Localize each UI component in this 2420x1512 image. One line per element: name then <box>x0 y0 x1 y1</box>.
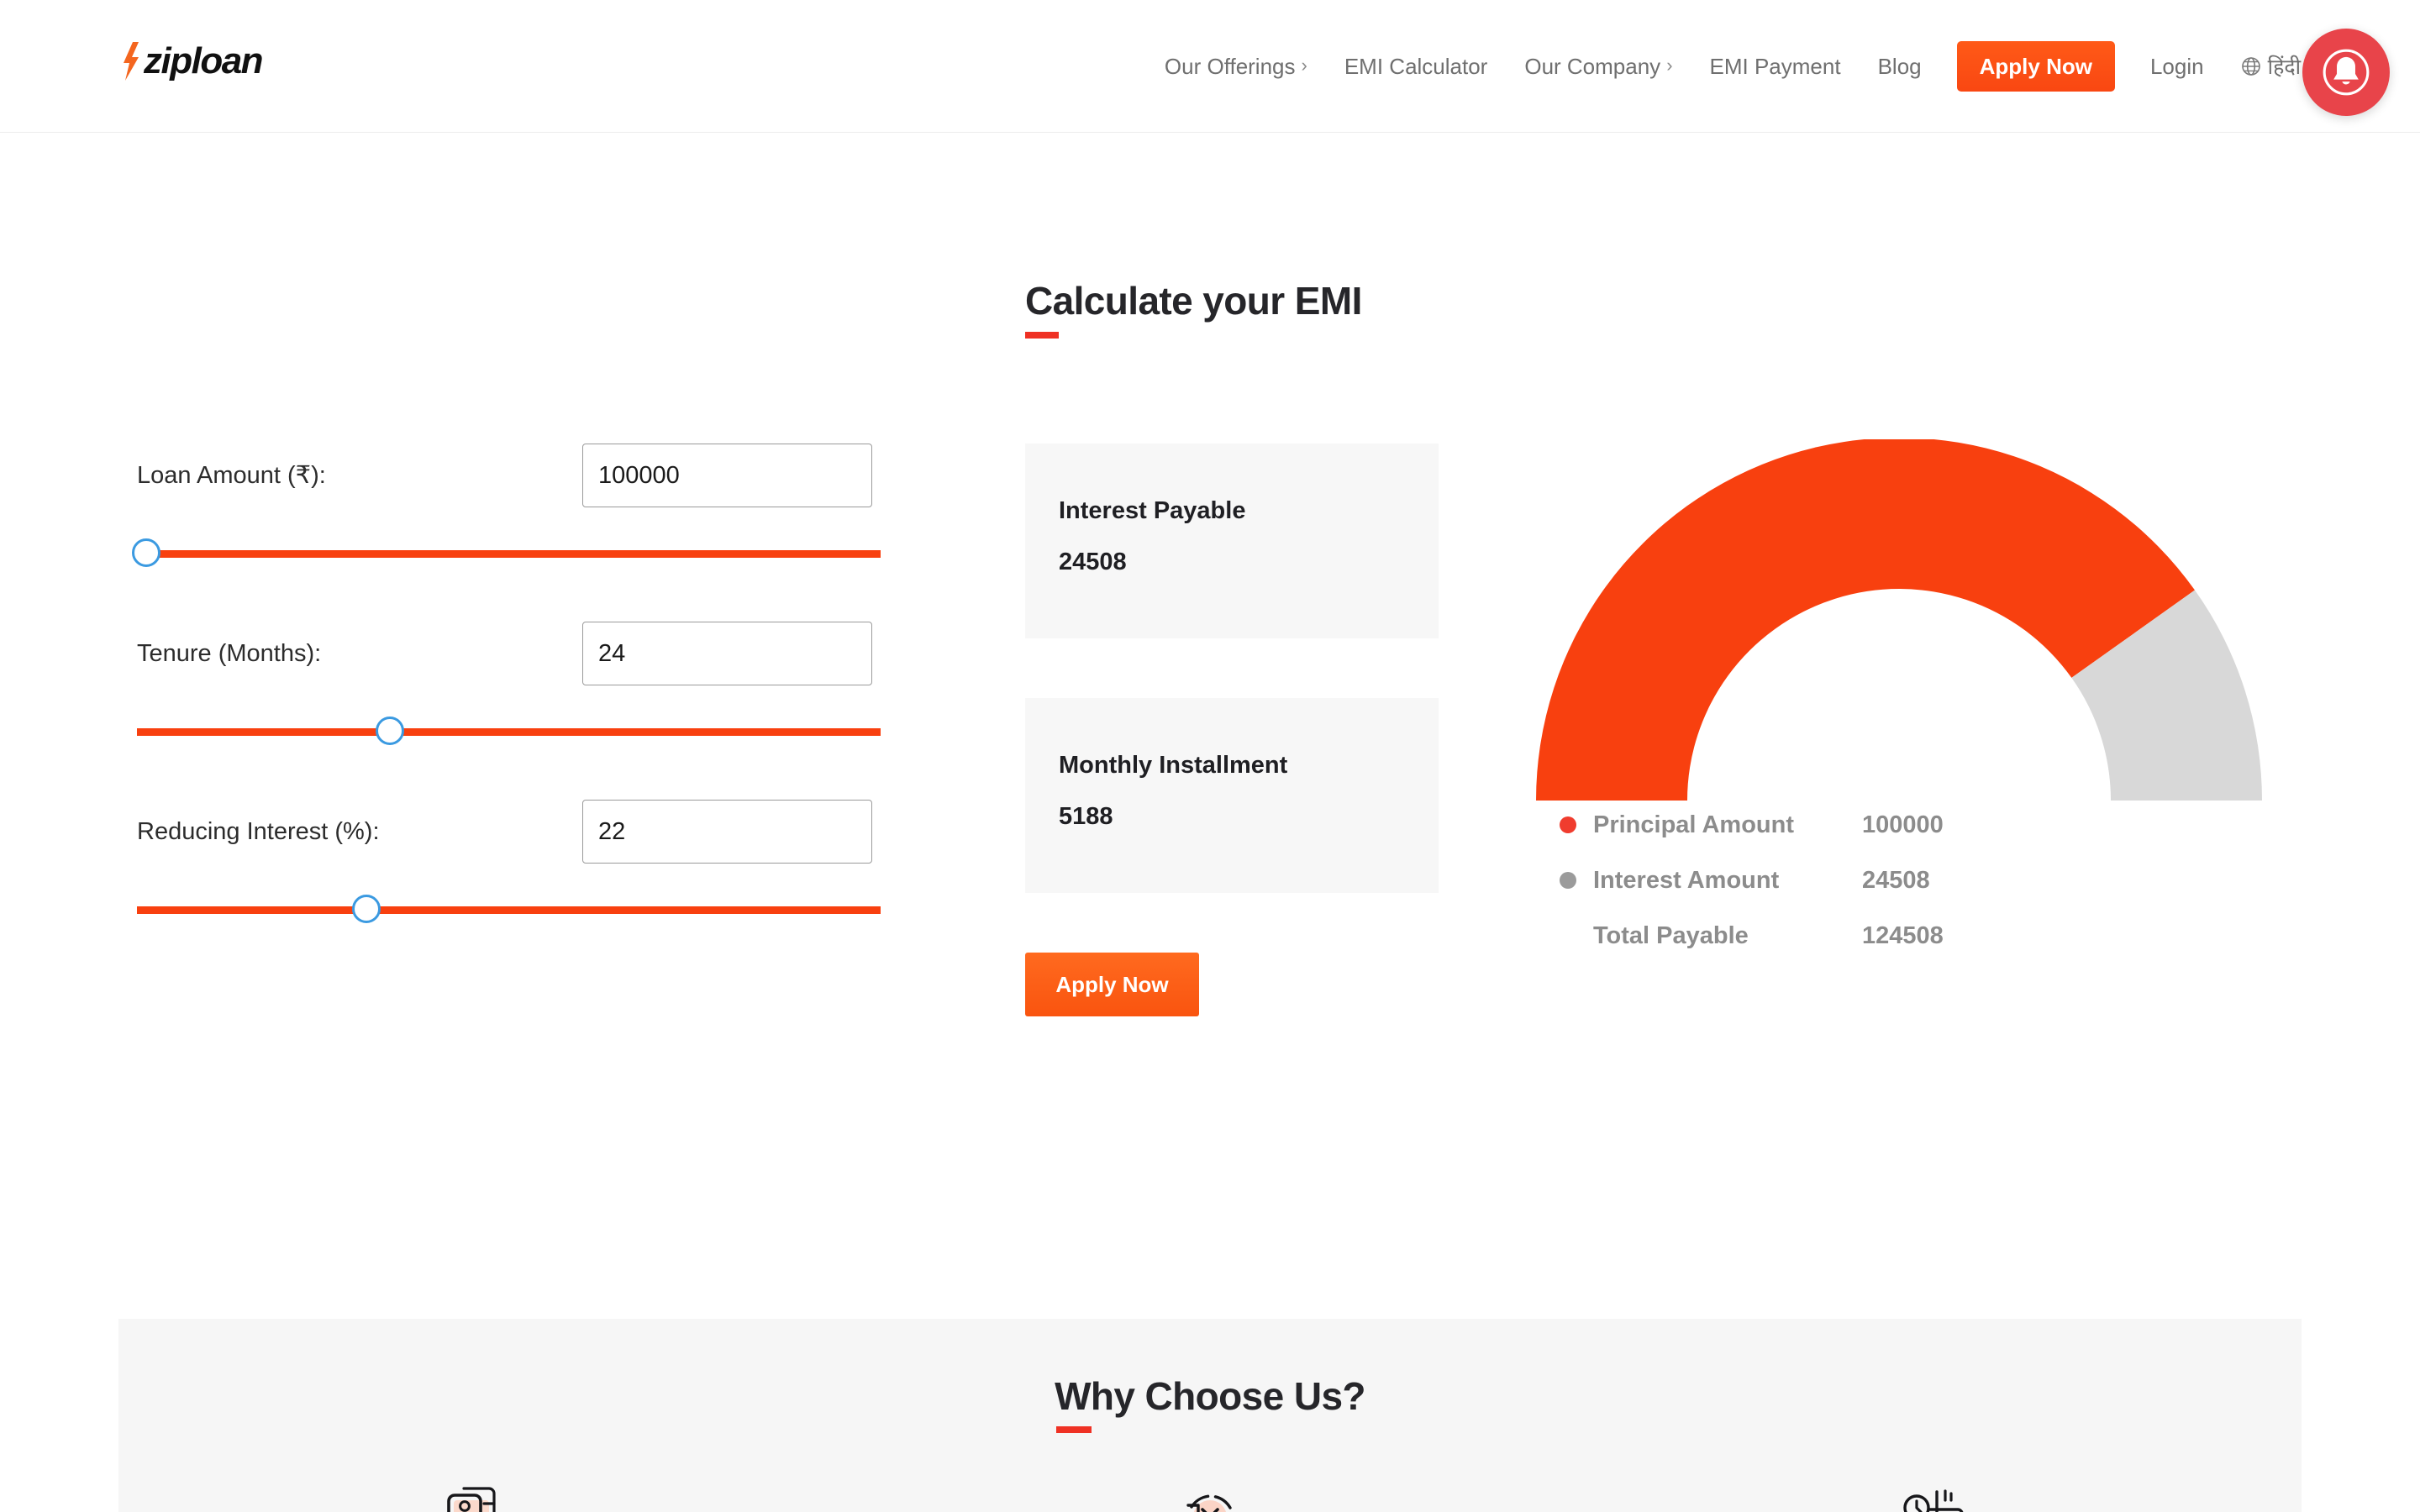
slider-thumb[interactable] <box>375 717 404 745</box>
slider-track <box>137 550 881 558</box>
gauge-legend: Principal Amount 100000 Interest Amount … <box>1560 797 2030 963</box>
tenure-slider[interactable] <box>137 712 881 749</box>
header-apply-now-button[interactable]: Apply Now <box>1956 41 2115 92</box>
control-loan-amount: Loan Amount (₹): <box>131 444 881 571</box>
title-underline <box>1056 1425 1092 1433</box>
reducing-interest-label: Reducing Interest (%): <box>137 817 380 845</box>
calculator-panel: Calculate your EMI Interest Payable 2450… <box>1025 280 2302 1016</box>
calculator-controls: Loan Amount (₹): Tenure (Months): Reduci <box>131 444 881 927</box>
gauge-segment-principal <box>1536 439 2195 801</box>
legend-value: 24508 <box>1862 866 1930 894</box>
title-underline <box>1025 331 1059 339</box>
reducing-interest-input[interactable] <box>582 800 872 864</box>
result-card-title: Monthly Installment <box>1059 752 1288 779</box>
calculator-heading-wrap: Calculate your EMI <box>1025 280 2302 339</box>
result-cards: Interest Payable 24508 Monthly Installme… <box>1025 444 1439 1016</box>
legend-label: Interest Amount <box>1593 866 1780 894</box>
slider-thumb[interactable] <box>131 538 160 567</box>
site-header: ziploan Our Offerings › EMI Calculator O… <box>0 0 2420 133</box>
why-choose-us-section: Why Choose Us? Min <box>118 1319 2302 1512</box>
why-choose-us-title: Why Choose Us? <box>1055 1374 1366 1433</box>
result-card-value: 5188 <box>1059 803 1113 830</box>
bell-icon <box>2323 49 2370 96</box>
nav-item-our-company[interactable]: Our Company › <box>1506 55 1691 77</box>
notification-widget-button[interactable] <box>2302 29 2390 116</box>
legend-dot-interest-icon <box>1560 872 1576 889</box>
nav-label: EMI Calculator <box>1344 54 1488 79</box>
chevron-right-icon: › <box>1666 55 1673 76</box>
control-tenure: Tenure (Months): <box>137 622 881 749</box>
globe-icon <box>2241 57 2260 76</box>
loan-amount-label: Loan Amount (₹): <box>137 461 326 489</box>
loan-amount-input[interactable] <box>582 444 872 507</box>
main-navigation: Our Offerings › EMI Calculator Our Compa… <box>1146 0 2319 133</box>
feature-receive-funds-3-days: Receive Funds Within 3 Days* <box>1574 1477 2302 1512</box>
gauge-svg <box>1536 439 2262 801</box>
result-card-interest-payable: Interest Payable 24508 <box>1025 444 1439 638</box>
chevron-right-icon: › <box>1301 55 1307 76</box>
total-payable-label: Total Payable <box>1593 921 1749 949</box>
feature-no-prepayment-charges: No Prepayment Charges <box>846 1477 1574 1512</box>
logo-text: ziploan <box>144 40 264 81</box>
feature-list: Minimal Documentation No Prepayment Char… <box>118 1477 2302 1512</box>
total-payable-value: 124508 <box>1862 921 1944 949</box>
loan-amount-slider[interactable] <box>131 534 881 571</box>
page-title: Calculate your EMI <box>1025 280 1362 339</box>
nav-label: Blog <box>1877 54 1922 79</box>
emi-gauge-chart <box>1529 439 2269 809</box>
tenure-label: Tenure (Months): <box>137 639 322 667</box>
nav-label: Our Company <box>1524 54 1661 79</box>
nav-label: EMI Payment <box>1709 54 1841 79</box>
nav-label: Our Offerings <box>1164 54 1296 79</box>
document-person-icon <box>447 1486 496 1512</box>
nav-item-emi-payment[interactable]: EMI Payment <box>1691 55 1860 77</box>
nav-item-blog[interactable]: Blog <box>1860 55 1940 77</box>
legend-row-principal: Principal Amount 100000 <box>1560 797 2030 853</box>
nav-item-emi-calculator[interactable]: EMI Calculator <box>1326 55 1507 77</box>
result-card-value: 24508 <box>1059 549 1127 575</box>
why-title-text: Why Choose Us? <box>1055 1374 1365 1418</box>
legend-label: Principal Amount <box>1593 811 1794 838</box>
legend-row-total: Total Payable 124508 <box>1560 908 2030 963</box>
lightning-bolt-icon <box>124 42 139 81</box>
refresh-cancel-icon <box>1186 1494 1232 1512</box>
legend-dot-principal-icon <box>1560 816 1576 833</box>
tenure-input[interactable] <box>582 622 872 685</box>
why-title-wrap: Why Choose Us? <box>118 1319 2302 1433</box>
slider-track <box>137 728 881 736</box>
nav-item-login[interactable]: Login <box>2132 55 2223 77</box>
reducing-interest-slider[interactable] <box>137 890 881 927</box>
nav-label: Login <box>2149 54 2204 79</box>
page-title-text: Calculate your EMI <box>1025 279 1362 323</box>
nav-item-our-offerings[interactable]: Our Offerings › <box>1146 55 1326 77</box>
legend-row-interest: Interest Amount 24508 <box>1560 853 2030 908</box>
result-card-monthly-installment: Monthly Installment 5188 <box>1025 698 1439 893</box>
logo[interactable]: ziploan <box>122 40 264 81</box>
clock-wallet-icon <box>1903 1488 1964 1512</box>
control-reducing-interest: Reducing Interest (%): <box>137 800 881 927</box>
result-card-title: Interest Payable <box>1059 497 1246 524</box>
apply-now-button[interactable]: Apply Now <box>1025 953 1199 1016</box>
slider-track <box>137 906 881 914</box>
feature-minimal-documentation: Minimal Documentation <box>118 1477 846 1512</box>
slider-thumb[interactable] <box>351 895 381 923</box>
legend-value: 100000 <box>1862 811 1944 838</box>
